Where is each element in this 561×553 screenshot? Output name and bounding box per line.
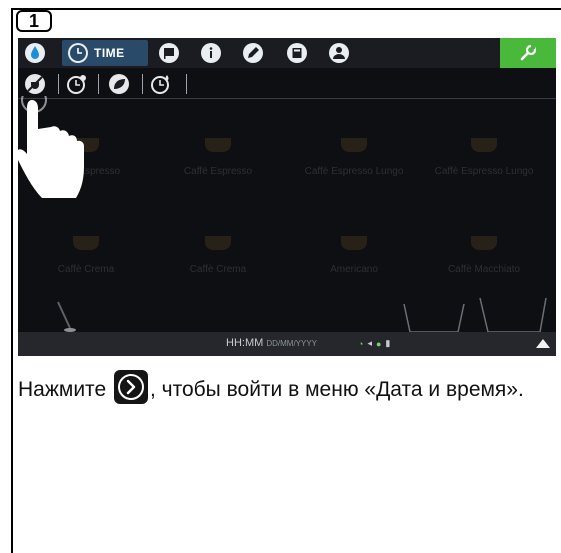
water-drop-icon[interactable]	[24, 42, 46, 64]
separator	[186, 74, 187, 94]
clock-settings-icon[interactable]	[66, 73, 88, 95]
instruction-after: , чтобы войти в меню «Дата и время».	[149, 378, 524, 401]
pencil-icon[interactable]	[242, 42, 264, 64]
timer-icon[interactable]	[150, 73, 172, 95]
product-name: Americano	[330, 264, 378, 275]
product-tile[interactable]: Caffè Macchiato	[424, 236, 544, 275]
product-name: Caffè Espresso Lungo	[304, 166, 404, 177]
machine-screen: TIME Caffè Espresso Caffè Espresso Caffè…	[18, 38, 556, 356]
leaf-icon[interactable]	[108, 73, 130, 95]
coffee-cup-icon	[205, 236, 231, 250]
wifi-icon: ◔	[358, 338, 364, 349]
instruction-before: Нажмите	[18, 378, 107, 401]
coffee-cup-icon	[341, 138, 367, 152]
product-name: Caffè Crema	[189, 264, 247, 275]
machine-decoration	[57, 297, 547, 333]
separator	[142, 74, 143, 94]
separator	[58, 74, 59, 94]
product-tile[interactable]: Americano	[294, 236, 414, 275]
product-tile[interactable]: Caffè Crema	[26, 236, 146, 275]
calculator-icon[interactable]	[286, 42, 308, 64]
time-submenu-bar	[18, 70, 556, 98]
battery-icon: ▮	[385, 338, 391, 348]
flag-icon[interactable]	[158, 42, 180, 64]
coffee-cup-icon	[205, 138, 231, 152]
product-name: Caffè Macchiato	[447, 264, 521, 275]
product-tile[interactable]: Caffè Espresso Lungo	[294, 138, 414, 177]
chevron-right-icon	[117, 374, 144, 401]
user-icon[interactable]	[328, 42, 350, 64]
coffee-cup-icon	[471, 138, 497, 152]
status-ok-icon: ●	[375, 338, 382, 349]
chevron-right-button[interactable]	[113, 370, 148, 405]
top-menu-bar: TIME	[18, 38, 556, 68]
tab-time-label: TIME	[94, 46, 125, 60]
coffee-cup-icon	[471, 236, 497, 250]
expand-up-icon[interactable]	[536, 339, 550, 348]
product-name: Caffè Crema	[57, 264, 115, 275]
product-name: Caffè Espresso	[183, 166, 253, 177]
status-icons: ◔ ◂ ● ▮	[358, 338, 390, 349]
info-icon[interactable]	[200, 42, 222, 64]
status-clock: HH:MM DD/MM/YYYY	[226, 337, 317, 349]
cup-slash-icon[interactable]	[24, 73, 46, 95]
product-tile[interactable]: Caffè Espresso	[158, 138, 278, 177]
clock-time: HH:MM	[226, 337, 264, 349]
tab-time[interactable]: TIME	[62, 40, 148, 66]
wrench-button[interactable]	[500, 38, 556, 68]
product-tile[interactable]: Caffè Espresso Lungo	[424, 138, 544, 177]
status-bar: HH:MM DD/MM/YYYY ◔ ◂ ● ▮	[18, 332, 556, 356]
coffee-cup-icon	[73, 236, 99, 250]
wrench-icon	[520, 44, 537, 61]
submenu-divider	[18, 98, 556, 99]
coffee-cup-icon	[341, 236, 367, 250]
clock-icon	[68, 43, 88, 63]
instruction-text: Нажмите , чтобы войти в меню «Дата и вре…	[18, 370, 538, 405]
product-name: Caffè Espresso Lungo	[434, 166, 534, 177]
product-tile[interactable]: Caffè Crema	[158, 236, 278, 275]
step-number-badge: 1	[16, 10, 52, 32]
pointing-hand-icon	[18, 96, 84, 198]
separator	[98, 74, 99, 94]
speaker-icon: ◂	[367, 338, 372, 348]
date-format: DD/MM/YYYY	[266, 339, 318, 348]
